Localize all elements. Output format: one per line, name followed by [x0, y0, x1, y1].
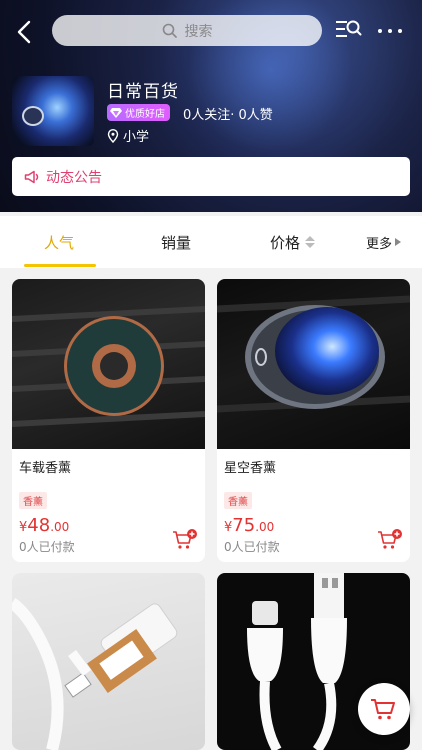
search-icon [162, 23, 177, 38]
add-to-cart-button[interactable] [377, 529, 403, 551]
store-logo [12, 76, 94, 146]
product-card[interactable]: 星空香薰 香薰 ¥75.00 0人已付款 [217, 279, 410, 562]
tab-more[interactable]: 更多 [366, 216, 402, 268]
diamond-icon [110, 107, 122, 118]
dot-icon [388, 29, 392, 33]
product-image [12, 573, 205, 750]
more-options-button[interactable] [378, 22, 410, 40]
tab-sales[interactable]: 销量 [161, 216, 191, 268]
tab-label: 人气 [44, 233, 75, 252]
tab-label: 更多 [366, 236, 393, 252]
store-header: 搜索 日常百货 优质好店 0人关注· 0人赞 小学 动态公告 [0, 0, 422, 212]
back-arrow-icon [17, 20, 31, 44]
announcement-bar[interactable]: 动态公告 [12, 157, 410, 196]
paid-count: 0人已付款 [19, 540, 75, 554]
floating-cart-button[interactable] [358, 683, 410, 735]
sort-arrows-icon [305, 236, 316, 248]
announcement-label: 动态公告 [46, 169, 102, 186]
follow-stats: 0人关注· 0人赞 [183, 108, 273, 123]
dot-icon [398, 29, 402, 33]
tab-price[interactable]: 价格 [270, 216, 316, 268]
price-integer: 75 [232, 515, 256, 536]
product-name: 车载香薰 [19, 461, 72, 476]
product-price: ¥48.00 [19, 515, 69, 536]
cart-icon [371, 699, 395, 720]
product-tag: 香薰 [19, 492, 47, 509]
megaphone-icon [24, 170, 39, 183]
quality-store-badge: 优质好店 [107, 104, 170, 121]
paid-count: 0人已付款 [224, 540, 280, 554]
search-placeholder: 搜索 [184, 23, 213, 40]
badge-label: 优质好店 [125, 109, 165, 120]
tab-label: 价格 [270, 233, 301, 252]
product-card[interactable] [12, 573, 205, 750]
back-button[interactable] [12, 18, 38, 46]
product-name: 星空香薰 [224, 461, 277, 476]
category-search-button[interactable] [334, 17, 362, 43]
tab-label: 销量 [161, 233, 192, 252]
search-input[interactable]: 搜索 [52, 15, 322, 46]
tab-popularity[interactable]: 人气 [44, 216, 74, 268]
add-to-cart-button[interactable] [172, 529, 198, 551]
location-label: 小学 [123, 130, 150, 145]
cart-plus-icon [173, 529, 197, 549]
sort-tabs: 人气 销量 价格 更多 [0, 216, 422, 268]
product-image [12, 279, 205, 449]
product-tag: 香薰 [224, 492, 252, 509]
product-image [217, 279, 410, 449]
cart-plus-icon [378, 529, 402, 549]
location-pin-icon [107, 128, 119, 143]
price-decimal: .00 [50, 520, 70, 534]
product-card[interactable]: 车载香薰 香薰 ¥48.00 0人已付款 [12, 279, 205, 562]
product-price: ¥75.00 [224, 515, 274, 536]
store-location: 小学 [107, 126, 149, 145]
dot-icon [378, 29, 382, 33]
price-decimal: .00 [255, 520, 275, 534]
store-name: 日常百货 [107, 82, 179, 102]
list-search-icon [336, 20, 362, 37]
triangle-right-icon [395, 238, 402, 246]
price-integer: 48 [27, 515, 51, 536]
active-tab-indicator [24, 264, 96, 267]
